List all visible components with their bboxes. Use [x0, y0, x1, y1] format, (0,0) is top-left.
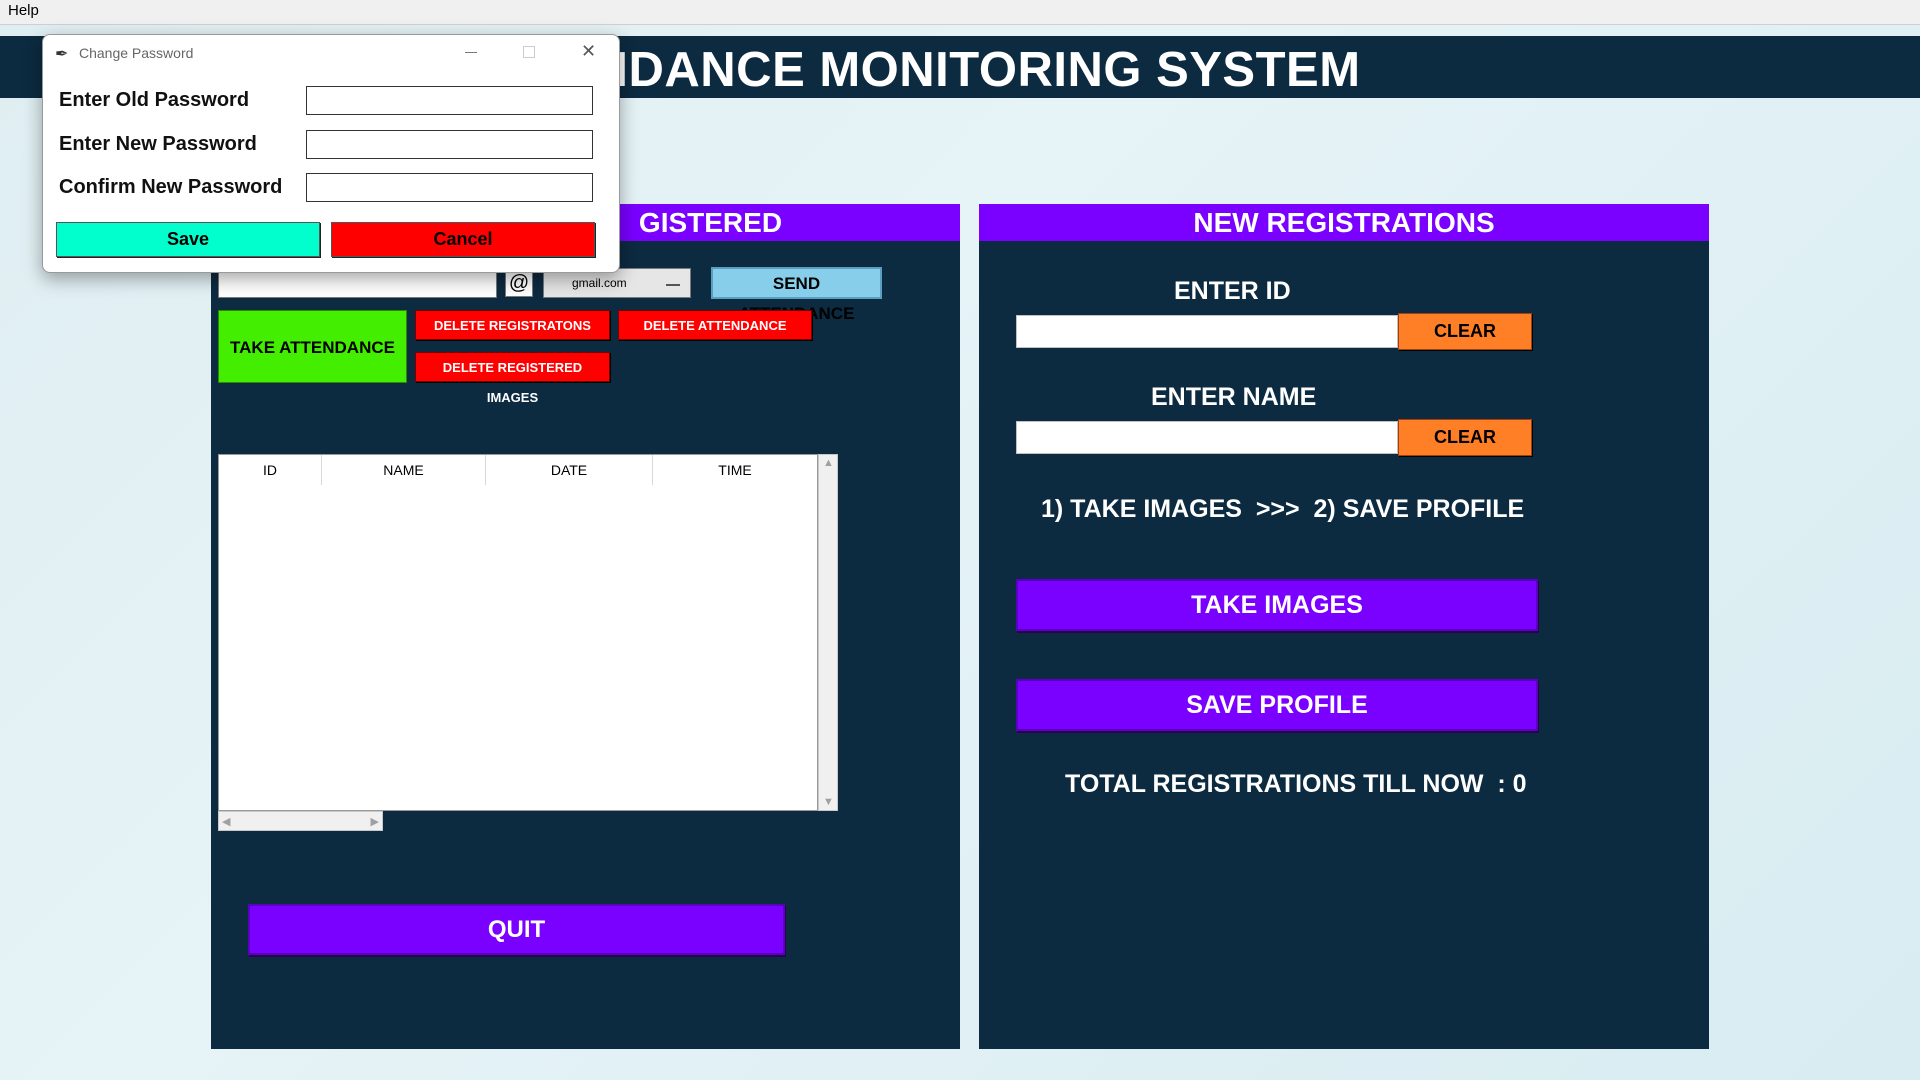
change-password-dialog: ✒ Change Password ✕ Enter Old Password E… [42, 34, 620, 273]
minimize-icon[interactable] [465, 52, 477, 53]
confirm-password-input[interactable] [306, 173, 593, 202]
attendance-table[interactable]: ID NAME DATE TIME [218, 454, 818, 811]
dialog-cancel-label: Cancel [433, 229, 493, 249]
scroll-up-icon[interactable]: ▲ [823, 457, 834, 469]
maximize-icon [523, 46, 535, 58]
new-password-input[interactable] [306, 130, 593, 159]
column-header-name[interactable]: NAME [322, 455, 486, 485]
dialog-cancel-button[interactable]: Cancel [331, 222, 595, 257]
clear-id-label: CLEAR [1434, 321, 1496, 341]
column-header-id[interactable]: ID [219, 455, 322, 485]
take-images-label: TAKE IMAGES [1191, 591, 1363, 619]
enter-name-label: ENTER NAME [1151, 383, 1317, 411]
save-profile-button[interactable]: SAVE PROFILE [1016, 679, 1538, 731]
clear-id-button[interactable]: CLEAR [1398, 313, 1532, 350]
id-input[interactable] [1016, 315, 1398, 348]
feather-icon: ✒ [55, 46, 69, 63]
delete-attendance-button[interactable]: DELETE ATTENDANCE [618, 310, 812, 340]
quit-label: QUIT [487, 916, 546, 943]
confirm-password-label: Confirm New Password [59, 176, 283, 198]
old-password-input[interactable] [306, 86, 593, 115]
table-vertical-scrollbar[interactable]: ▲ ▼ [818, 454, 838, 811]
name-input[interactable] [1016, 421, 1398, 454]
dropdown-icon [666, 284, 680, 286]
new-password-label: Enter New Password [59, 133, 257, 155]
menu-help[interactable]: Help [8, 2, 39, 19]
at-label: @ [505, 269, 533, 297]
enter-id-label: ENTER ID [1174, 277, 1291, 305]
column-header-date[interactable]: DATE [486, 455, 653, 485]
close-icon[interactable]: ✕ [581, 41, 596, 62]
send-attendance-button[interactable]: SEND ATTENDANCE [711, 267, 882, 323]
new-registrations-header: NEW REGISTRATIONS [979, 204, 1709, 241]
total-registrations-label: TOTAL REGISTRATIONS TILL NOW : 0 [1065, 770, 1527, 798]
delete-registrations-button[interactable]: DELETE REGISTRATONS [415, 310, 610, 340]
old-password-label: Enter Old Password [59, 89, 250, 111]
new-registrations-title: NEW REGISTRATIONS [1193, 207, 1495, 238]
dialog-titlebar[interactable]: ✒ Change Password ✕ [43, 35, 619, 71]
delete-registrations-label: DELETE REGISTRATONS [434, 318, 591, 333]
take-attendance-label: TAKE ATTENDANCE [230, 338, 395, 357]
steps-label: 1) TAKE IMAGES >>> 2) SAVE PROFILE [1041, 495, 1525, 523]
delete-attendance-label: DELETE ATTENDANCE [643, 318, 787, 333]
take-images-button[interactable]: TAKE IMAGES [1016, 579, 1538, 631]
clear-name-button[interactable]: CLEAR [1398, 419, 1532, 456]
at-symbol: @ [508, 272, 530, 294]
email-domain-value: gmail.com [572, 276, 627, 290]
clear-name-label: CLEAR [1434, 427, 1496, 447]
email-input[interactable] [218, 270, 497, 298]
save-profile-label: SAVE PROFILE [1186, 691, 1368, 719]
scroll-right-icon[interactable]: ▶ [371, 815, 379, 828]
dialog-title: Change Password [79, 45, 194, 61]
table-horizontal-scrollbar[interactable]: ◀ ▶ [218, 811, 383, 831]
scroll-left-icon[interactable]: ◀ [222, 815, 230, 828]
delete-registered-images-button[interactable]: DELETE REGISTERED IMAGES [415, 352, 610, 405]
dialog-save-button[interactable]: Save [56, 222, 320, 257]
column-header-time[interactable]: TIME [653, 455, 817, 485]
quit-button[interactable]: QUIT [248, 904, 785, 955]
registered-panel-title: GISTERED [638, 207, 783, 238]
scroll-down-icon[interactable]: ▼ [823, 796, 834, 808]
take-attendance-button[interactable]: TAKE ATTENDANCE [218, 310, 407, 383]
dialog-save-label: Save [166, 229, 210, 249]
menu-bar: Help [0, 0, 1920, 25]
